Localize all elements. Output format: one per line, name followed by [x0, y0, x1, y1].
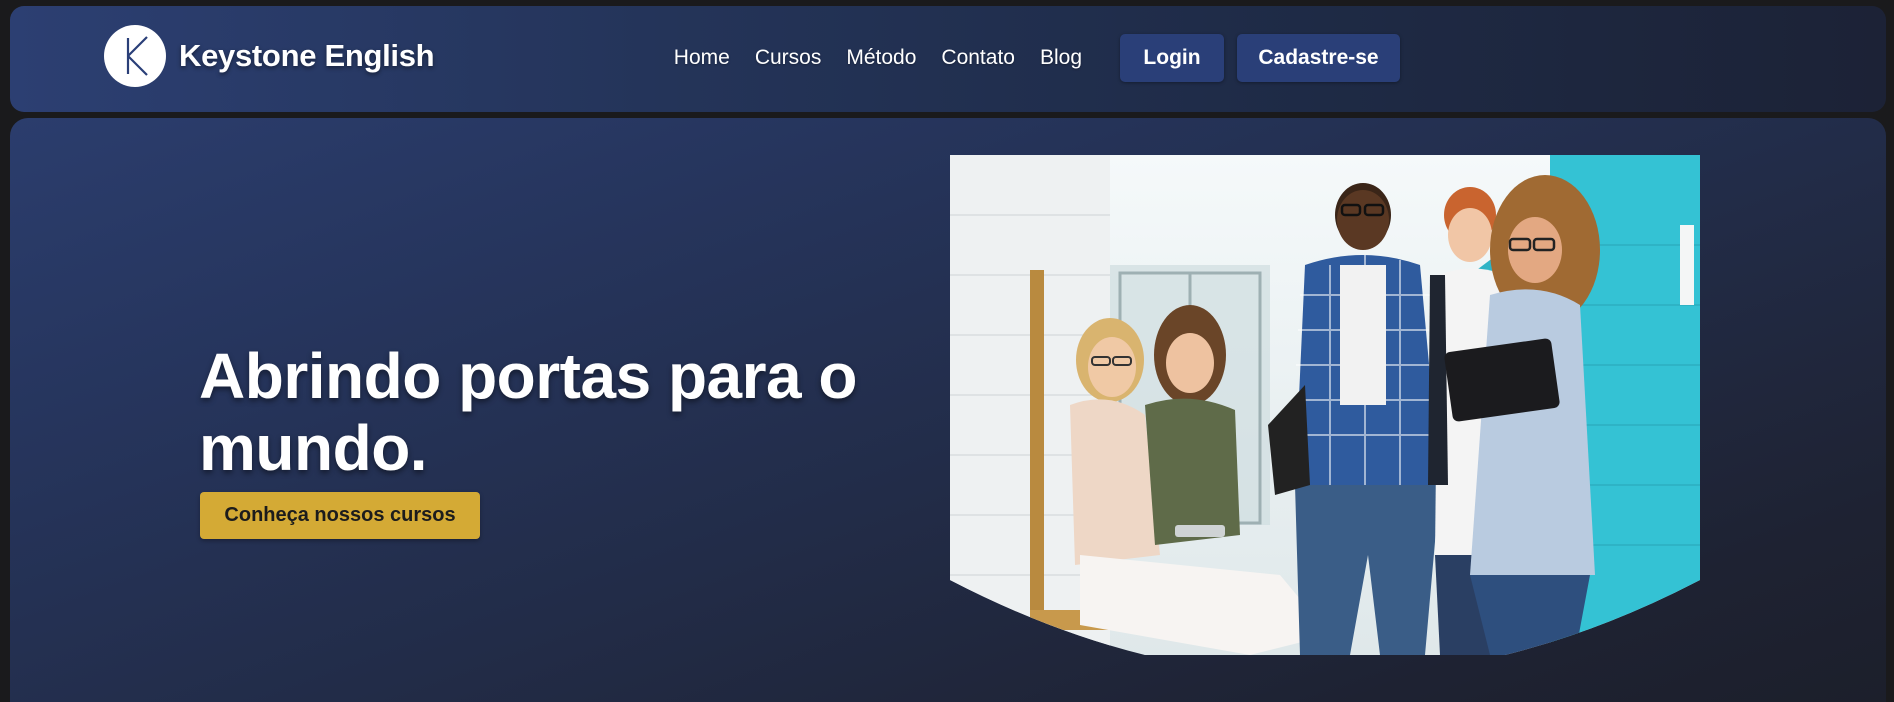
nav-link-contato[interactable]: Contato — [941, 46, 1015, 70]
nav-link-metodo[interactable]: Método — [846, 46, 916, 70]
logo — [104, 25, 166, 87]
brand-name: Keystone English — [179, 38, 435, 73]
courses-cta-button[interactable]: Conheça nossos cursos — [200, 492, 480, 539]
login-button[interactable]: Login — [1120, 34, 1224, 82]
signup-button[interactable]: Cadastre-se — [1237, 34, 1400, 82]
brand[interactable]: Keystone English — [104, 25, 435, 87]
main-nav: Home Cursos Método Contato Blog Login Ca… — [674, 34, 1886, 82]
hero-title: Abrindo portas para o mundo. — [199, 340, 858, 484]
keystone-k-icon — [126, 36, 148, 76]
students-photo — [950, 155, 1700, 655]
navbar: Keystone English Home Cursos Método Cont… — [10, 6, 1886, 112]
nav-link-cursos[interactable]: Cursos — [755, 46, 822, 70]
nav-link-blog[interactable]: Blog — [1040, 46, 1082, 70]
nav-link-home[interactable]: Home — [674, 46, 730, 70]
hero-section: Abrindo portas para o mundo. Conheça nos… — [10, 118, 1886, 702]
